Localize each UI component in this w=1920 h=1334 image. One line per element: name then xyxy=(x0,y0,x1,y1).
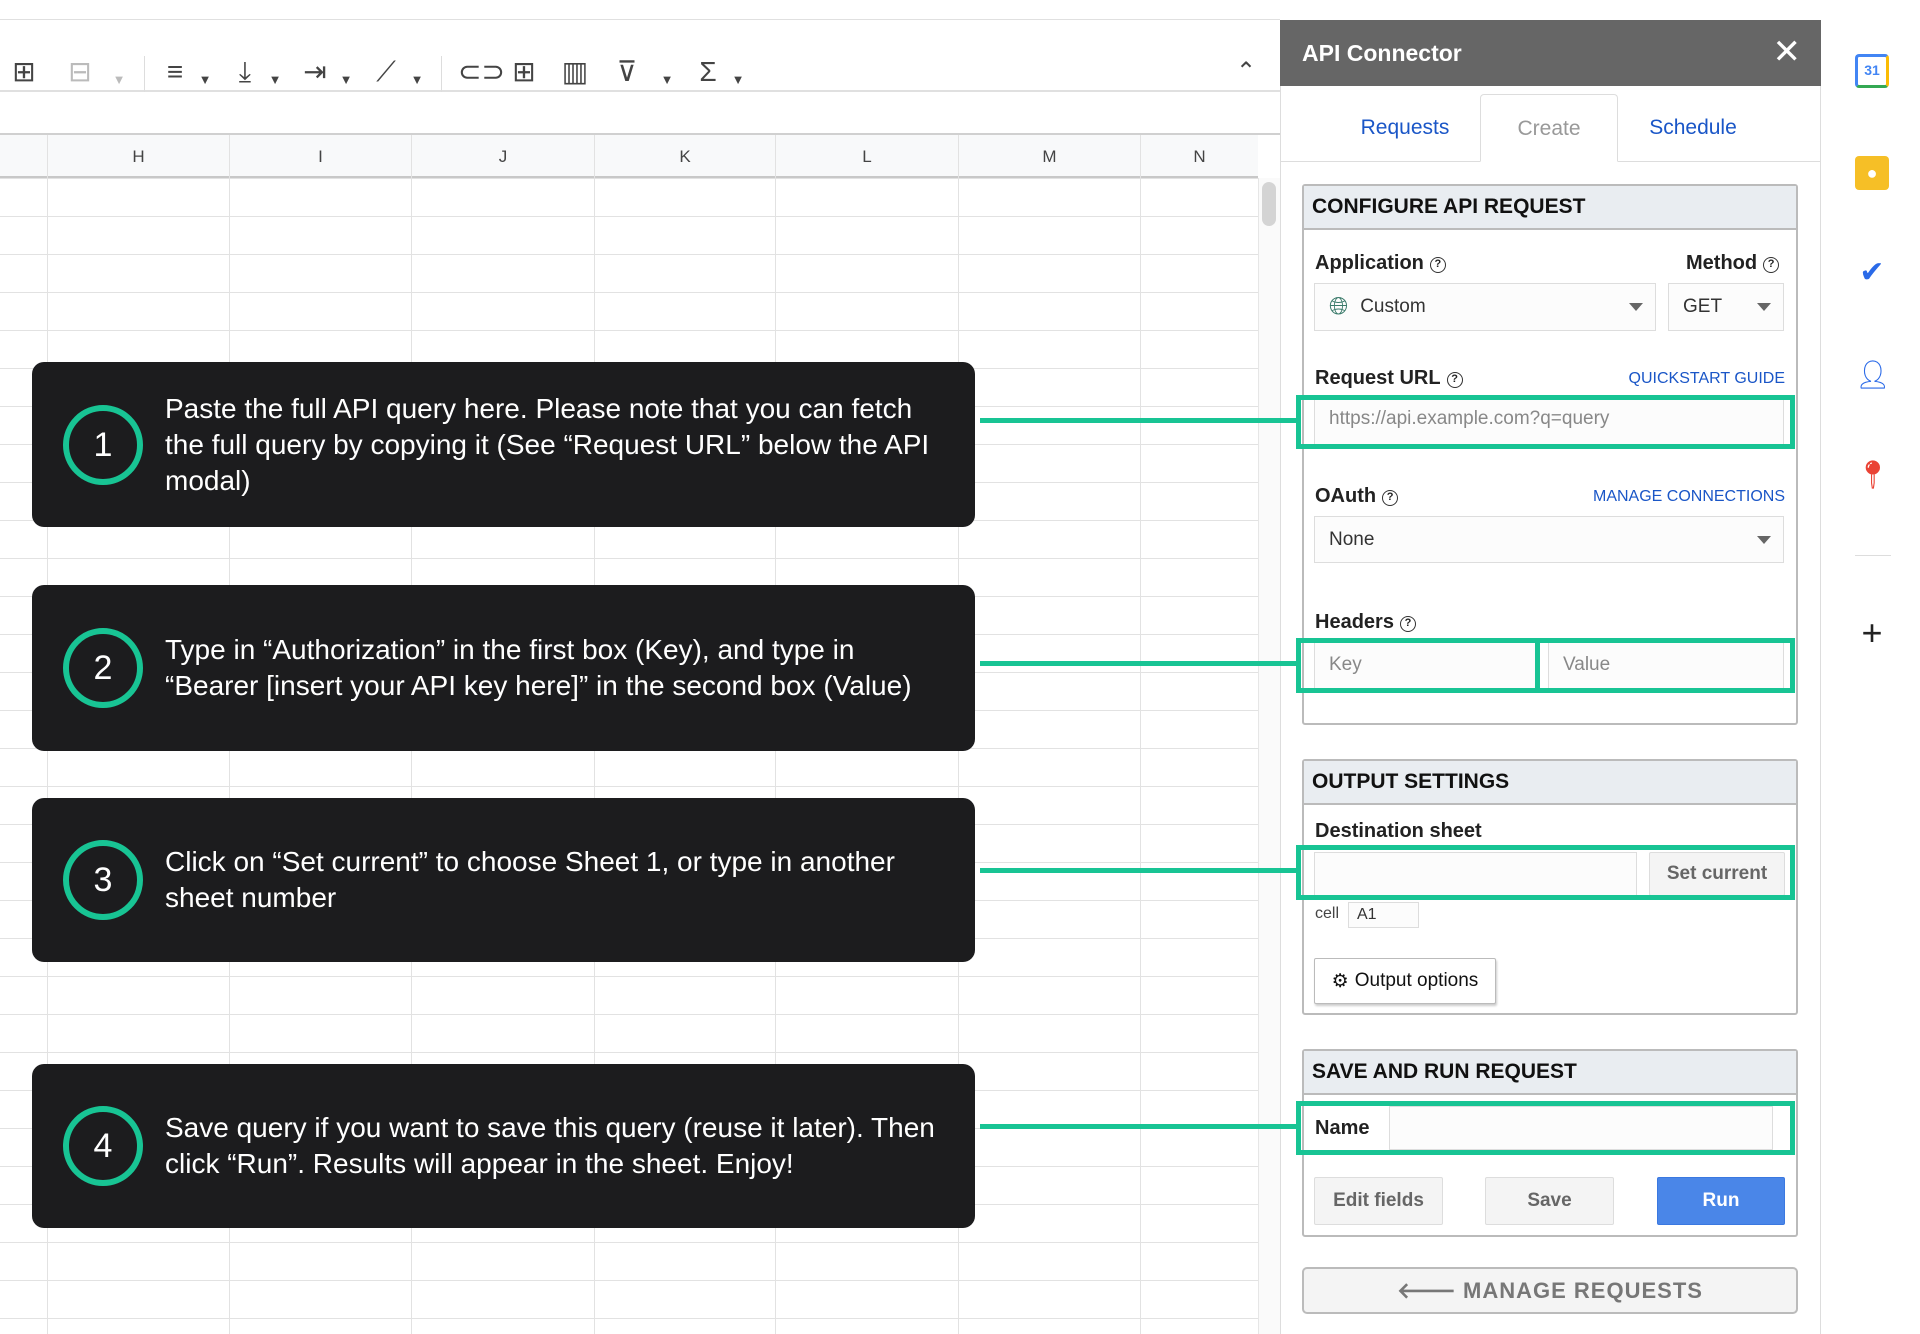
step-number: 4 xyxy=(63,1106,143,1186)
contacts-icon[interactable]: 👤︎ xyxy=(1855,358,1891,392)
help-icon[interactable]: ? xyxy=(1763,257,1780,273)
oauth-select[interactable]: None xyxy=(1314,516,1784,563)
maps-icon[interactable]: 📍︎ xyxy=(1855,458,1891,492)
destination-sheet-label: Destination sheet xyxy=(1315,820,1482,842)
edit-fields-button[interactable]: Edit fields xyxy=(1314,1177,1443,1225)
manage-requests-button[interactable]: 🡐 MANAGE REQUESTS xyxy=(1302,1267,1798,1314)
arrow-left-icon: 🡐 xyxy=(1397,1277,1458,1303)
run-button[interactable]: Run xyxy=(1657,1177,1785,1225)
connector-line xyxy=(980,1124,1296,1129)
help-icon[interactable]: ? xyxy=(1446,372,1463,388)
tab-create[interactable]: Create xyxy=(1480,94,1618,162)
chevron-down-icon xyxy=(1629,303,1643,311)
callout-text: Save query if you want to save this quer… xyxy=(165,1112,935,1179)
functions-icon[interactable]: Σ xyxy=(692,58,724,86)
insert-link-icon[interactable]: ⊂⊃ xyxy=(458,58,505,86)
align-dropdown-icon[interactable]: ▼ xyxy=(198,66,212,94)
help-icon[interactable]: ? xyxy=(1399,616,1416,632)
highlight-header-value xyxy=(1535,638,1795,693)
valign-dropdown-icon[interactable]: ▼ xyxy=(268,66,282,94)
headers-label: Headers? xyxy=(1315,611,1416,634)
tasks-icon[interactable]: ✔ xyxy=(1855,256,1889,290)
callout-text: Type in “Authorization” in the first box… xyxy=(165,634,912,701)
method-label: Method? xyxy=(1686,252,1780,275)
save-button[interactable]: Save xyxy=(1485,1177,1614,1225)
request-url-label: Request URL? xyxy=(1315,367,1463,390)
callout-text: Paste the full API query here. Please no… xyxy=(165,392,930,496)
merge-dropdown-icon[interactable]: ▼ xyxy=(112,66,126,94)
insert-chart-icon[interactable]: ▥ xyxy=(559,58,591,86)
functions-dropdown-icon[interactable]: ▼ xyxy=(731,66,745,94)
highlight-header-key xyxy=(1296,638,1540,693)
tab-schedule[interactable]: Schedule xyxy=(1624,94,1762,162)
panel-title: API Connector xyxy=(1302,40,1462,66)
globe-icon: 🌐︎ xyxy=(1329,293,1349,320)
wrap-dropdown-icon[interactable]: ▼ xyxy=(339,66,353,94)
callout-step-2: 2 Type in “Authorization” in the first b… xyxy=(32,585,975,751)
column-header[interactable]: H xyxy=(47,135,229,178)
cell-label: cell xyxy=(1315,905,1340,922)
filter-icon[interactable]: ⊽ xyxy=(611,58,643,86)
method-select[interactable]: GET xyxy=(1668,283,1784,331)
gear-icon: ⚙ xyxy=(1331,970,1349,992)
help-icon[interactable]: ? xyxy=(1429,257,1446,273)
calendar-icon[interactable]: 31 xyxy=(1855,54,1889,88)
column-header[interactable]: K xyxy=(594,135,775,178)
horizontal-align-icon[interactable]: ≡ xyxy=(159,58,191,86)
panel-header: API Connector ✕ xyxy=(1280,20,1821,86)
chevron-down-icon xyxy=(1757,535,1771,544)
application-label: Application? xyxy=(1315,252,1446,275)
application-select[interactable]: 🌐︎ Custom xyxy=(1314,283,1656,331)
column-header[interactable]: J xyxy=(411,135,594,178)
connector-line xyxy=(980,868,1296,873)
help-icon[interactable]: ? xyxy=(1382,490,1399,506)
connector-line xyxy=(980,661,1296,666)
collapse-toolbar-icon[interactable]: ⌃ xyxy=(1230,58,1262,86)
rotation-dropdown-icon[interactable]: ▼ xyxy=(410,66,424,94)
text-rotation-icon[interactable]: ⟋ xyxy=(370,58,402,86)
column-header[interactable]: M xyxy=(958,135,1140,178)
formula-bar[interactable] xyxy=(0,92,1280,135)
insert-comment-icon[interactable]: ⊞ xyxy=(508,58,540,86)
section-header: SAVE AND RUN REQUEST xyxy=(1304,1051,1796,1095)
cell-input[interactable]: A1 xyxy=(1348,902,1419,928)
vertical-align-icon[interactable]: ⤓ xyxy=(229,58,261,86)
step-number: 1 xyxy=(63,404,143,485)
chevron-down-icon xyxy=(1757,303,1771,311)
vertical-scrollbar[interactable] xyxy=(1258,178,1280,1334)
top-strip xyxy=(0,0,1280,20)
add-icon[interactable]: + xyxy=(1855,615,1889,651)
sidebar-divider xyxy=(1855,555,1891,556)
callout-step-3: 3 Click on “Set current” to choose Sheet… xyxy=(32,798,975,962)
step-number: 2 xyxy=(63,628,143,708)
quickstart-guide-link[interactable]: QUICKSTART GUIDE xyxy=(1629,370,1785,388)
step-number: 3 xyxy=(63,840,143,920)
callout-text: Click on “Set current” to choose Sheet 1… xyxy=(165,846,895,913)
toolbar: ⊞ ⊟ ▼ ≡ ▼ ⤓ ▼ ⇥ ▼ ⟋ ▼ ⊂⊃ ⊞ ▥ ⊽ ▼ Σ ▼ ⌃ xyxy=(0,20,1280,92)
merge-cells-icon[interactable]: ⊟ xyxy=(64,58,96,86)
column-header[interactable]: L xyxy=(775,135,958,178)
column-header-row: H I J K L M N xyxy=(0,135,1258,178)
manage-connections-link[interactable]: MANAGE CONNECTIONS xyxy=(1593,488,1785,506)
tab-requests[interactable]: Requests xyxy=(1336,94,1474,162)
highlight-destination-sheet xyxy=(1296,845,1795,900)
column-header[interactable]: I xyxy=(229,135,411,178)
output-options-button[interactable]: ⚙ Output options xyxy=(1314,958,1496,1004)
callout-step-1: 1 Paste the full API query here. Please … xyxy=(32,362,975,527)
highlight-request-url xyxy=(1296,395,1795,449)
keep-icon[interactable]: ● xyxy=(1855,156,1889,190)
column-header[interactable]: N xyxy=(1140,135,1258,178)
filter-dropdown-icon[interactable]: ▼ xyxy=(660,66,674,94)
connector-line xyxy=(980,418,1296,423)
text-wrap-icon[interactable]: ⇥ xyxy=(299,58,331,86)
section-header: CONFIGURE API REQUEST xyxy=(1304,186,1796,230)
close-icon[interactable]: ✕ xyxy=(1773,32,1802,72)
borders-icon[interactable]: ⊞ xyxy=(8,58,40,86)
oauth-label: OAuth? xyxy=(1315,485,1399,508)
callout-step-4: 4 Save query if you want to save this qu… xyxy=(32,1064,975,1228)
scrollbar-thumb[interactable] xyxy=(1262,182,1276,226)
highlight-name xyxy=(1296,1101,1795,1155)
section-header: OUTPUT SETTINGS xyxy=(1304,761,1796,805)
